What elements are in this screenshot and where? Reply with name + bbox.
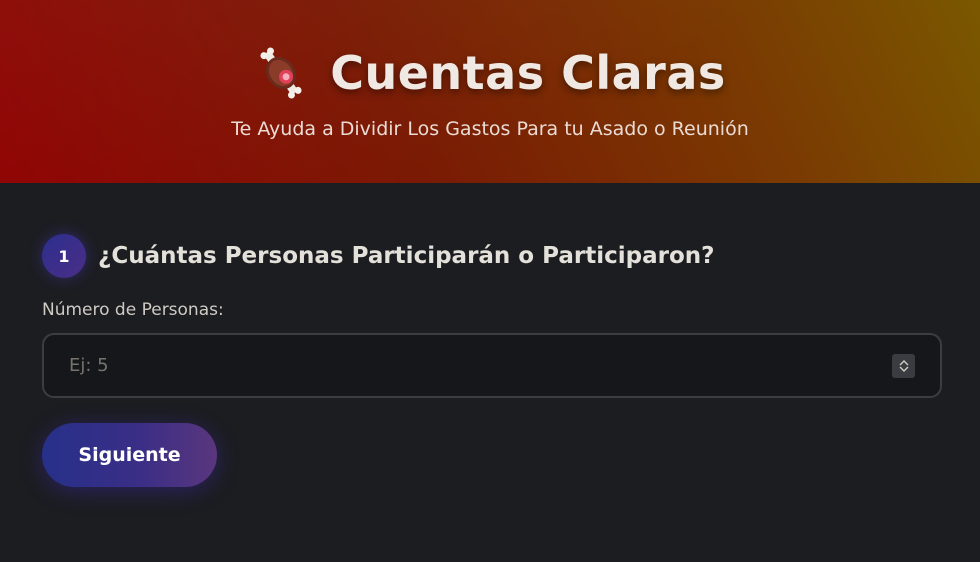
step-heading: 1 ¿Cuántas Personas Participarán o Parti…	[42, 234, 714, 278]
meat-on-bone-icon	[254, 46, 308, 100]
app-title: Cuentas Claras	[330, 46, 726, 100]
step-number-badge: 1	[42, 234, 86, 278]
app-subtitle: Te Ayuda a Dividir Los Gastos Para tu As…	[231, 118, 749, 140]
stepper-up-icon[interactable]	[899, 359, 909, 366]
app-header: Cuentas Claras Te Ayuda a Dividir Los Ga…	[0, 0, 980, 183]
people-count-label: Número de Personas:	[42, 300, 224, 320]
people-count-input[interactable]	[44, 335, 940, 396]
step-title: ¿Cuántas Personas Participarán o Partici…	[98, 243, 715, 269]
stepper-down-icon[interactable]	[899, 366, 909, 373]
people-count-field	[42, 333, 942, 398]
title-row: Cuentas Claras	[0, 42, 980, 104]
next-button[interactable]: Siguiente	[42, 423, 217, 487]
number-stepper[interactable]	[892, 354, 915, 378]
